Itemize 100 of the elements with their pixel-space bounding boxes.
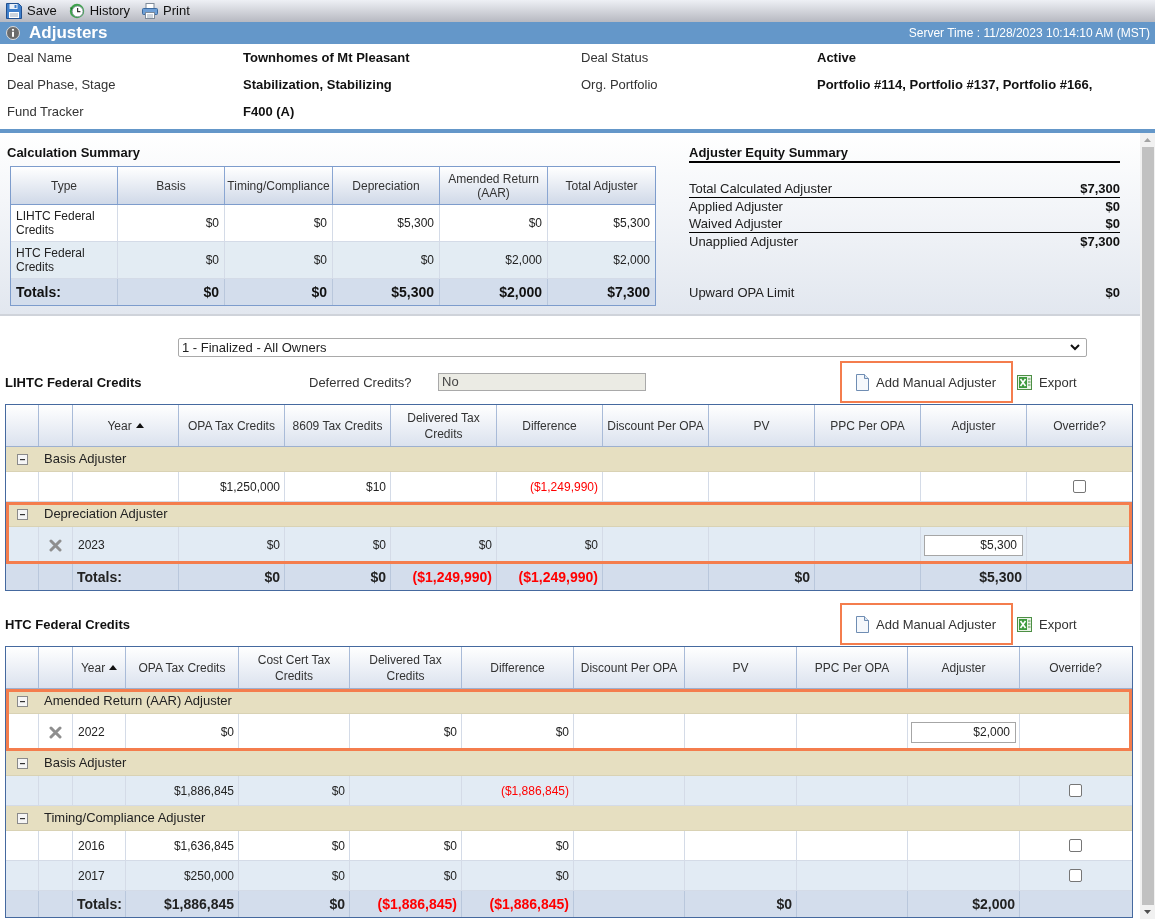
collapse-icon[interactable] xyxy=(17,812,28,824)
column-header[interactable]: Delivered Tax Credits xyxy=(391,405,497,446)
total-cell: $0 xyxy=(179,564,285,590)
total-cell-text: $7,300 xyxy=(606,283,651,302)
summary-value: $0 xyxy=(1105,284,1120,301)
column-header[interactable]: OPA Tax Credits xyxy=(126,647,239,688)
scrollbar-thumb[interactable] xyxy=(1141,147,1154,905)
column-header[interactable]: Discount Per OPA xyxy=(603,405,709,446)
table-cell: $0 xyxy=(462,831,574,860)
page-title: Adjusters xyxy=(29,23,108,43)
override-checkbox[interactable] xyxy=(1069,784,1082,797)
total-cell: ($1,249,990) xyxy=(391,564,497,590)
table-cell: $250,000 xyxy=(126,861,239,890)
column-header[interactable]: Adjuster xyxy=(921,405,1027,446)
field-label: Deal Status xyxy=(581,49,649,66)
server-time: Server Time : 11/28/2023 10:14:10 AM (MST) xyxy=(908,26,1150,40)
delete-icon[interactable] xyxy=(49,538,62,552)
table-cell: $0 xyxy=(118,242,225,278)
field-value: Active xyxy=(817,49,857,66)
add-manual-adjuster-button[interactable]: Add Manual Adjuster xyxy=(840,361,1013,403)
summary-value: $0 xyxy=(1105,198,1120,215)
document-icon xyxy=(856,615,869,633)
column-header[interactable]: Year xyxy=(73,405,179,446)
group-title: Basis Adjuster xyxy=(44,451,127,467)
table-cell: ($1,886,845) xyxy=(462,776,574,805)
column-header[interactable]: Discount Per OPA xyxy=(574,647,685,688)
table-cell: $0 xyxy=(350,714,462,750)
table-cell-text: $5,300 xyxy=(612,215,651,232)
collapse-icon[interactable] xyxy=(17,695,28,707)
field-label: Org. Portfolio xyxy=(581,76,658,93)
total-cell: ($1,886,845) xyxy=(462,891,574,917)
spreadsheet-icon xyxy=(1017,616,1032,632)
column-header[interactable]: PPC Per OPA xyxy=(797,647,908,688)
column-header[interactable]: PPC Per OPA xyxy=(815,405,921,446)
export-button[interactable]: Export xyxy=(1017,615,1077,633)
total-cell: Totals: xyxy=(73,564,179,590)
total-cell: $0 xyxy=(225,279,333,305)
scroll-down-icon[interactable] xyxy=(1144,910,1151,914)
adjuster-input[interactable]: $5,300 xyxy=(924,534,1023,556)
column-header[interactable]: Difference xyxy=(462,647,574,688)
summary-label: Applied Adjuster xyxy=(689,198,783,215)
override-checkbox[interactable] xyxy=(1073,480,1086,493)
summary-label: Total Calculated Adjuster xyxy=(689,180,833,197)
override-checkbox[interactable] xyxy=(1069,869,1082,882)
table-cell: $0 xyxy=(118,205,225,241)
collapse-icon[interactable] xyxy=(17,757,28,769)
table-cell: LIHTC Federal Credits xyxy=(11,205,118,241)
group-title: Amended Return (AAR) Adjuster xyxy=(44,693,232,709)
table-cell: $0 xyxy=(239,776,350,805)
column-header[interactable]: Override? xyxy=(1020,647,1131,688)
total-cell: Totals: xyxy=(73,891,126,917)
column-header[interactable]: Year xyxy=(73,647,126,688)
column-header: Total Adjuster xyxy=(564,177,639,195)
field-value: Portfolio #114, Portfolio #137, Portfolio #166, xyxy=(817,76,1093,93)
delete-icon[interactable] xyxy=(49,725,62,739)
collapse-icon[interactable] xyxy=(17,508,28,520)
group-title: Timing/Compliance Adjuster xyxy=(44,810,206,826)
group-title: Depreciation Adjuster xyxy=(44,506,168,522)
column-header[interactable]: Difference xyxy=(497,405,603,446)
table-cell: $0 xyxy=(497,527,603,563)
table-cell: $0 xyxy=(126,714,239,750)
total-cell: $0 xyxy=(285,564,391,590)
column-header[interactable]: Override? xyxy=(1027,405,1132,446)
printer-icon xyxy=(142,3,159,19)
column-header[interactable]: Cost Cert Tax Credits xyxy=(239,647,350,688)
field-label: Fund Tracker xyxy=(7,103,84,120)
table-cell-text: $2,000 xyxy=(612,252,651,269)
add-manual-adjuster-button[interactable]: Add Manual Adjuster xyxy=(840,603,1013,645)
deferred-credits-field[interactable]: No xyxy=(438,373,646,391)
field-value: Stabilization, Stabilizing xyxy=(243,76,392,93)
column-header[interactable]: PV xyxy=(709,405,815,446)
export-button[interactable]: Export xyxy=(1017,373,1077,391)
column-header: Type xyxy=(11,167,118,204)
column-header[interactable]: OPA Tax Credits xyxy=(179,405,285,446)
column-header[interactable]: Adjuster xyxy=(908,647,1020,688)
column-header: Depreciation xyxy=(333,167,440,204)
table-cell: 2017 xyxy=(73,861,126,890)
column-header[interactable]: PV xyxy=(685,647,797,688)
total-cell: $0 xyxy=(239,891,350,917)
field-value: F400 (A) xyxy=(243,103,295,120)
table-cell: $2,000 xyxy=(440,242,548,278)
owner-select[interactable]: 1 - Finalized - All Owners xyxy=(178,338,1087,357)
column-header[interactable]: Delivered Tax Credits xyxy=(350,647,462,688)
print-button[interactable]: Print xyxy=(142,3,190,19)
section-title: HTC Federal Credits xyxy=(5,617,130,632)
summary-label: Waived Adjuster xyxy=(689,215,783,232)
table-cell: $0 xyxy=(333,242,440,278)
table-cell: $0 xyxy=(462,861,574,890)
table-cell: $0 xyxy=(462,714,574,750)
history-button[interactable]: History xyxy=(68,3,131,19)
table-cell: $0 xyxy=(239,861,350,890)
section-title: LIHTC Federal Credits xyxy=(5,375,142,390)
save-button[interactable]: Save xyxy=(6,3,57,19)
adjuster-input[interactable]: $2,000 xyxy=(911,721,1016,743)
table-cell: 2022 xyxy=(73,714,126,750)
summary-label: Upward OPA Limit xyxy=(689,284,795,301)
column-header[interactable]: 8609 Tax Credits xyxy=(285,405,391,446)
table-cell: $10 xyxy=(285,472,391,501)
override-checkbox[interactable] xyxy=(1069,839,1082,852)
collapse-icon[interactable] xyxy=(17,453,28,465)
